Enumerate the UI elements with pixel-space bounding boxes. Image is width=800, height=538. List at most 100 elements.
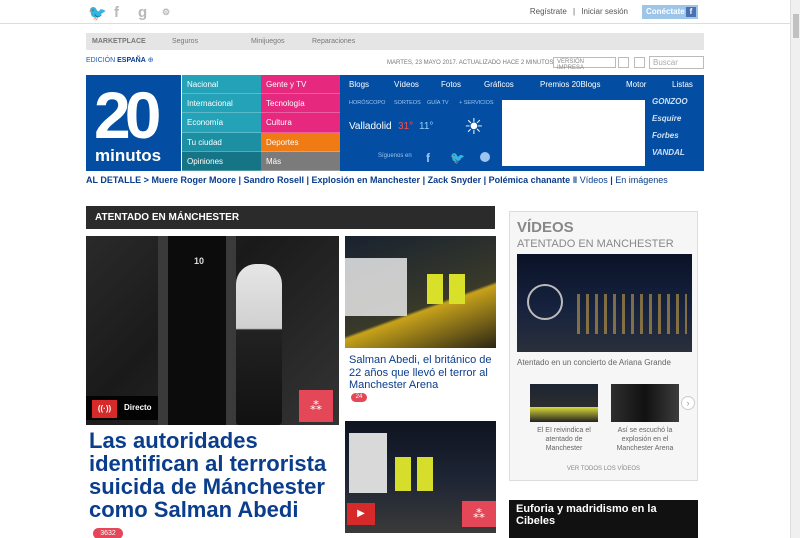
hot-topic-images[interactable]: En imágenes [615, 175, 668, 185]
nav-item[interactable]: Internacional [182, 94, 261, 114]
nav-column-2: Gente y TV Tecnología Cultura Deportes M… [261, 75, 340, 171]
tab-blogs[interactable]: Blogs [349, 80, 369, 89]
officer-graphic [236, 264, 282, 425]
nav-item[interactable]: Opiniones [182, 151, 261, 171]
subnav-guia-tv[interactable]: GUÍA TV [427, 100, 449, 106]
hot-topic-link[interactable]: Sandro Rosell [243, 175, 304, 185]
main-story-image[interactable]: 10 ((·)) Directo ⁂ [86, 236, 339, 425]
videos-module: VÍDEOS ATENTADO EN MANCHESTER Atentado e… [509, 211, 698, 481]
door-number: 10 [194, 256, 205, 266]
twitter-icon[interactable]: 🐦 [450, 151, 465, 165]
print-version-link[interactable]: VERSIÓN IMPRESA [553, 57, 616, 71]
more-social-icon[interactable] [480, 152, 490, 162]
settings-icon[interactable]: ⚙ [162, 7, 170, 18]
weather-city[interactable]: Valladolid [349, 121, 392, 132]
marketplace-item-reparaciones[interactable]: Reparaciones [312, 38, 355, 45]
logo-number: 20 [94, 78, 161, 152]
top-bar: 🐦 f g ⚙ Regístrate | Iniciar sesión Coné… [0, 0, 790, 24]
logo[interactable]: 20 minutos [86, 75, 181, 171]
edition-country: ESPAÑA [117, 57, 146, 64]
twitter-icon[interactable]: 🐦 [88, 4, 107, 22]
nav-item[interactable]: Gente y TV [261, 75, 340, 95]
story2-headline[interactable]: Salman Abedi, el británico de 22 años qu… [349, 354, 494, 392]
gallery-icon[interactable]: ⁂ [299, 390, 333, 422]
nav-item[interactable]: Tecnología [261, 94, 340, 114]
officer-graphic [449, 274, 465, 304]
play-circle-icon[interactable] [527, 284, 563, 320]
nav-item[interactable]: Deportes [261, 132, 340, 152]
video-caption[interactable]: Así se escuchó la explosión en el Manche… [610, 426, 680, 453]
partner-logo[interactable]: VANDAL [652, 148, 702, 165]
tab-fotos[interactable]: Fotos [441, 80, 461, 89]
partner-logo[interactable]: Esquire [652, 114, 702, 131]
partner-logo[interactable]: Forbes [652, 131, 702, 148]
tab-graficos[interactable]: Gráficos [484, 80, 514, 89]
nav-item[interactable]: Economía [182, 113, 261, 133]
tab-listas[interactable]: Listas [672, 80, 693, 89]
main-video-caption[interactable]: Atentado en un concierto de Ariana Grand… [517, 358, 671, 367]
marketplace-label: MARKETPLACE [92, 38, 146, 45]
video-thumbnail[interactable] [530, 384, 598, 422]
story3-image[interactable]: ▶ ⁂ [345, 421, 496, 533]
marketplace-item-minijuegos[interactable]: Minijuegos [251, 38, 284, 45]
weather-min: 11° [419, 121, 434, 132]
main-video-thumbnail[interactable] [517, 254, 692, 352]
story2-image[interactable] [345, 236, 496, 348]
story2-comment-badge[interactable]: 24 [351, 393, 367, 402]
tab-videos[interactable]: Vídeos [394, 80, 419, 89]
search-input[interactable]: Buscar [649, 56, 704, 69]
chevron-right-icon[interactable]: › [681, 396, 695, 410]
facebook-icon[interactable]: f [114, 4, 119, 21]
marketplace-item-seguros[interactable]: Seguros [172, 38, 198, 45]
edition-selector[interactable]: EDICIÓN ESPAÑA ⊕ [86, 56, 154, 64]
promo-headline[interactable]: Euforia y madridismo en la Cibeles [509, 500, 698, 538]
ad-slot[interactable] [502, 100, 645, 166]
weather-max: 31° [398, 121, 414, 132]
video-caption[interactable]: El EI reivindica el atentado de Manchest… [529, 426, 599, 453]
rss-icon[interactable] [634, 57, 645, 68]
live-badge[interactable]: ((·)) Directo [86, 396, 158, 420]
hot-topic-link[interactable]: Polémica chanante [489, 175, 571, 185]
video-thumbnail[interactable] [611, 384, 679, 422]
dateline: MARTES, 23 MAYO 2017. ACTUALIZADO HACE 2… [387, 60, 554, 66]
main-headline[interactable]: Las autoridades identifican al terrorist… [89, 429, 339, 521]
login-link[interactable]: Iniciar sesión [581, 7, 628, 16]
tab-motor[interactable]: Motor [626, 80, 646, 89]
register-link[interactable]: Regístrate [530, 7, 567, 16]
follow-label: Síguenos en [378, 153, 412, 159]
nav-column-1: Nacional Internacional Economía Tu ciuda… [182, 75, 261, 171]
play-icon[interactable]: ▶ [347, 503, 375, 525]
scrollbar-thumb[interactable] [793, 14, 799, 38]
google-plus-icon[interactable]: g [138, 4, 147, 21]
nav-item[interactable]: Tu ciudad [182, 132, 261, 152]
separator: | [573, 7, 576, 16]
logo-word: minutos [95, 146, 162, 165]
subnav-servicios[interactable]: + SERVICIOS [459, 100, 494, 106]
nav-item[interactable]: Cultura [261, 113, 340, 133]
print-icon[interactable] [618, 57, 629, 68]
hot-topic-videos[interactable]: Vídeos [580, 175, 608, 185]
nav-item-more[interactable]: Más [261, 151, 340, 171]
connect-button[interactable]: Conéctate f [642, 5, 698, 19]
nav-item[interactable]: Nacional [182, 75, 261, 95]
services-panel: Blogs Vídeos Fotos Gráficos Premios 20Bl… [340, 75, 704, 171]
plus-icon: ⊕ [147, 57, 154, 64]
hot-topic-link[interactable]: Zack Snyder [428, 175, 482, 185]
see-all-videos-link[interactable]: VER TODOS LOS VÍDEOS [510, 466, 697, 472]
subnav-sorteos[interactable]: SORTEOS [394, 100, 421, 106]
officer-graphic [395, 457, 411, 491]
section-header: ATENTADO EN MÁNCHESTER [86, 206, 495, 229]
tab-premios[interactable]: Premios 20Blogs [540, 80, 600, 89]
comment-count-badge[interactable]: 3632 [93, 528, 123, 538]
hot-topics-lead: AL DETALLE > [86, 175, 149, 185]
live-label: Directo [124, 403, 152, 412]
subnav-horoscopo[interactable]: HORÓSCOPO [349, 100, 385, 106]
partner-logo[interactable]: GONZOO [652, 97, 702, 114]
gallery-icon[interactable]: ⁂ [462, 501, 496, 527]
hot-topics-bar: AL DETALLE > Muere Roger Moore | Sandro … [86, 175, 668, 185]
hot-topic-link[interactable]: Explosión en Manchester [312, 175, 421, 185]
facebook-icon[interactable]: f [426, 151, 430, 165]
sun-icon: ☀ [464, 114, 484, 139]
scrollbar[interactable] [790, 0, 800, 538]
hot-topic-link[interactable]: Muere Roger Moore [151, 175, 236, 185]
